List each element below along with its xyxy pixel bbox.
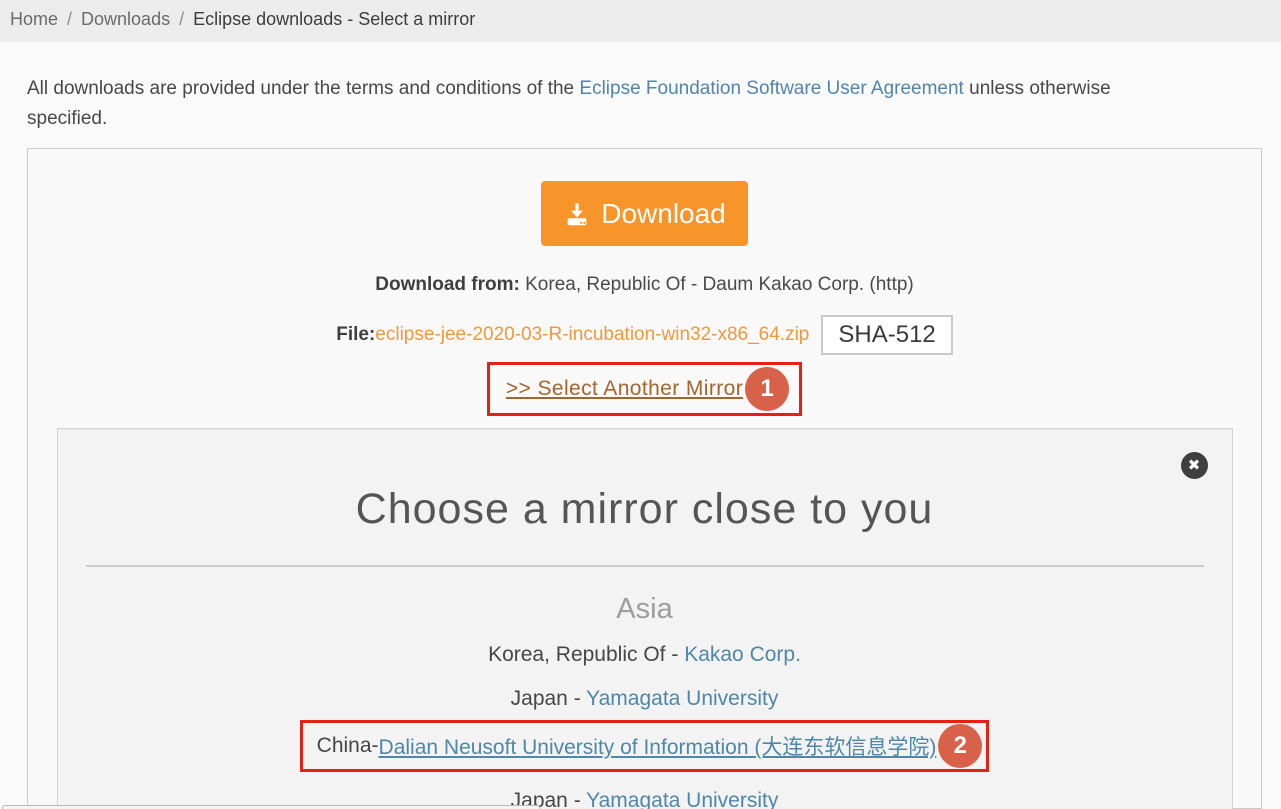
- mirror-link-dalian-neusoft[interactable]: Dalian Neusoft University of Information…: [379, 731, 937, 761]
- license-notice-text: All downloads are provided under the ter…: [27, 78, 579, 99]
- annotation-box-1: >> Select Another Mirror 1: [487, 362, 802, 416]
- breadcrumb-separator: /: [179, 9, 184, 30]
- download-panel: Download Download from: Korea, Republic …: [27, 148, 1262, 809]
- license-notice: All downloads are provided under the ter…: [27, 74, 1187, 134]
- annotation-box-2: China - Dalian Neusoft University of Inf…: [300, 720, 990, 772]
- file-line: File: eclipse-jee-2020-03-R-incubation-w…: [28, 315, 1261, 355]
- annotation-badge-2: 2: [938, 724, 982, 768]
- breadcrumb-link-home[interactable]: Home: [10, 9, 58, 30]
- mirror-separator: -: [568, 687, 586, 710]
- mirror-link[interactable]: Yamagata University: [586, 789, 778, 809]
- download-from-value: Korea, Republic Of - Daum Kakao Corp. (h…: [520, 274, 914, 295]
- download-from-line: Download from: Korea, Republic Of - Daum…: [28, 274, 1261, 296]
- mirror-row: Japan - Yamagata University: [58, 684, 1232, 714]
- mirror-dialog: ✖ Choose a mirror close to you Asia Kore…: [57, 428, 1233, 809]
- divider: [86, 565, 1204, 567]
- mirror-separator: -: [372, 734, 379, 758]
- mirror-link[interactable]: Yamagata University: [586, 687, 778, 710]
- mirror-location: Japan: [511, 687, 568, 710]
- close-icon[interactable]: ✖: [1181, 452, 1208, 479]
- status-tooltip-edge: [2, 805, 540, 809]
- file-download-link[interactable]: eclipse-jee-2020-03-R-incubation-win32-x…: [375, 324, 809, 346]
- annotation-1-row: >> Select Another Mirror 1: [28, 362, 1261, 416]
- region-heading: Asia: [58, 593, 1232, 626]
- download-icon: [563, 200, 591, 228]
- breadcrumb-current-page: Eclipse downloads - Select a mirror: [193, 9, 475, 30]
- sha512-button[interactable]: SHA-512: [821, 315, 952, 355]
- select-another-mirror-link[interactable]: >> Select Another Mirror: [506, 377, 743, 401]
- mirror-location: China: [317, 734, 372, 758]
- breadcrumb-separator: /: [67, 9, 72, 30]
- file-label: File:: [336, 324, 375, 346]
- mirror-link[interactable]: Kakao Corp.: [684, 643, 801, 666]
- annotation-2-row: China - Dalian Neusoft University of Inf…: [58, 720, 1232, 772]
- download-button[interactable]: Download: [541, 181, 748, 246]
- mirror-location: Korea, Republic Of: [488, 643, 665, 666]
- mirror-separator: -: [666, 643, 685, 666]
- mirror-separator: -: [568, 789, 586, 809]
- breadcrumb-link-downloads[interactable]: Downloads: [81, 9, 170, 30]
- user-agreement-link[interactable]: Eclipse Foundation Software User Agreeme…: [579, 78, 963, 99]
- mirror-row: Korea, Republic Of - Kakao Corp.: [58, 640, 1232, 670]
- dialog-title: Choose a mirror close to you: [58, 485, 1232, 534]
- breadcrumb: Home / Downloads / Eclipse downloads - S…: [0, 0, 1281, 42]
- download-button-label: Download: [601, 198, 726, 230]
- download-from-label: Download from:: [375, 274, 520, 295]
- annotation-badge-1: 1: [745, 367, 789, 411]
